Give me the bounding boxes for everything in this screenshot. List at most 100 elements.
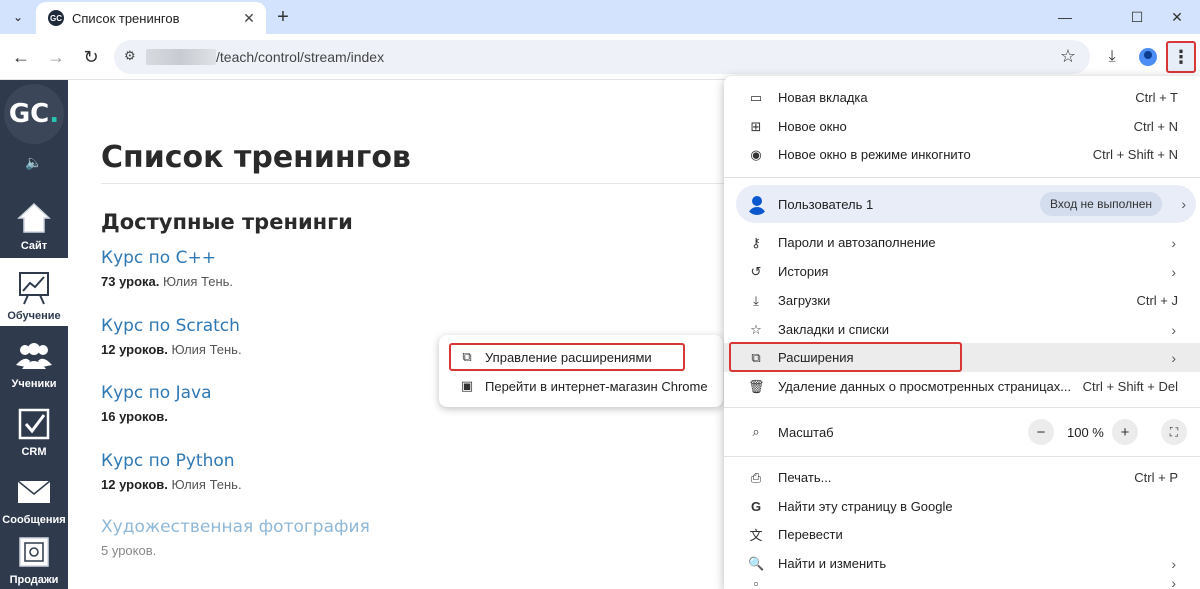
sidebar-item-site[interactable]: Сайт <box>0 190 68 256</box>
back-arrow-icon[interactable]: ← <box>7 43 35 71</box>
profile-icon <box>746 193 768 215</box>
tab-search-chevron-icon[interactable]: ⌄ <box>6 5 30 29</box>
extensions-highlight <box>729 342 962 372</box>
profile-avatar-icon <box>1139 48 1157 66</box>
menu-item-print[interactable]: ⎙ Печать... Ctrl + P <box>724 463 1200 492</box>
menu-item-translate[interactable]: 文 Перевести <box>724 520 1200 549</box>
title-divider <box>101 183 741 184</box>
safe-icon <box>16 534 52 570</box>
course-item: Художественная фотография 5 уроков. <box>101 517 370 558</box>
menu-divider <box>724 456 1200 457</box>
menu-item-clear-data[interactable]: 🗑 Удаление данных о просмотренных страни… <box>724 372 1200 401</box>
menu-item-label: Перевести <box>778 527 843 542</box>
tab-strip: ⌄ GC Список тренингов ✕ + — ☐ ✕ <box>0 0 1200 34</box>
forward-arrow-icon[interactable]: → <box>42 43 70 71</box>
chart-board-icon <box>16 270 52 306</box>
menu-divider <box>724 407 1200 408</box>
fullscreen-icon[interactable]: ⛶ <box>1161 419 1187 445</box>
minimize-icon[interactable]: — <box>1042 0 1088 34</box>
course-meta: 12 уроков. Юлия Тень. <box>101 477 242 492</box>
menu-shortcut: Ctrl + Shift + N <box>1092 147 1178 162</box>
lesson-count: 16 уроков. <box>101 409 168 424</box>
new-window-icon: ⊞ <box>750 118 762 134</box>
sidebar-item-learning[interactable]: Обучение <box>0 258 68 326</box>
menu-item-cutoff[interactable]: ▫ › <box>724 575 1200 589</box>
course-meta: 5 уроков. <box>101 543 370 558</box>
course-link[interactable]: Курс по Python <box>101 451 242 471</box>
zoom-out-button[interactable]: − <box>1028 419 1054 445</box>
menu-item-label: Найти и изменить <box>778 556 887 571</box>
course-link[interactable]: Курс по Scratch <box>101 316 242 336</box>
menu-item-passwords[interactable]: ⚷ Пароли и автозаполнение › <box>724 228 1200 257</box>
menu-profile-row[interactable]: Пользователь 1 Вход не выполнен › <box>736 185 1196 223</box>
menu-item-label: Масштаб <box>778 424 834 440</box>
chrome-main-menu: ▭ Новая вкладка Ctrl + T ⊞ Новое окно Ct… <box>724 76 1200 589</box>
lesson-count: 73 урока. <box>101 274 160 289</box>
course-link[interactable]: Художественная фотография <box>101 517 370 537</box>
menu-item-find-edit[interactable]: 🔍 Найти и изменить › <box>724 549 1200 578</box>
home-icon <box>16 200 52 236</box>
menu-shortcut: Ctrl + Shift + Del <box>1082 379 1178 394</box>
chrome-menu-button[interactable]: ⋮ <box>1166 41 1196 73</box>
sidebar-item-sales[interactable]: Продажи <box>0 532 68 589</box>
new-tab-button[interactable]: + <box>272 6 294 28</box>
logo[interactable]: GC. <box>4 84 64 144</box>
site-info-icon[interactable]: ⚙ <box>124 48 136 64</box>
course-link[interactable]: Курс по Java <box>101 383 212 403</box>
chevron-right-icon: › <box>1171 321 1176 338</box>
lesson-count: 12 уроков. <box>101 342 168 357</box>
menu-item-downloads[interactable]: ⤓ Загрузки Ctrl + J <box>724 286 1200 315</box>
sidebar-item-crm[interactable]: CRM <box>0 396 68 462</box>
menu-item-incognito[interactable]: ◉ Новое окно в режиме инкогнито Ctrl + S… <box>724 140 1200 169</box>
sidebar-item-label: Продажи <box>9 574 59 586</box>
menu-item-label: Закладки и списки <box>778 322 890 337</box>
download-icon: ⤓ <box>753 292 759 308</box>
lesson-count: 12 уроков. <box>101 477 168 492</box>
tab-close-icon[interactable]: ✕ <box>240 10 258 27</box>
sidebar-item-messages[interactable]: Сообщения <box>0 464 68 530</box>
sidebar-item-label: CRM <box>21 446 47 458</box>
menu-shortcut: Ctrl + J <box>1136 293 1178 308</box>
users-icon <box>16 338 52 374</box>
logo-text: GC <box>8 99 50 129</box>
sidebar-item-label: Сайт <box>20 240 48 252</box>
zoom-in-button[interactable]: + <box>1112 419 1138 445</box>
signin-status-badge[interactable]: Вход не выполнен <box>1040 192 1162 216</box>
menu-item-new-tab[interactable]: ▭ Новая вкладка Ctrl + T <box>724 83 1200 112</box>
course-item: Курс по Java 16 уроков. <box>101 383 212 424</box>
course-author: Юлия Тень. <box>159 274 234 289</box>
chevron-right-icon: › <box>1171 234 1176 251</box>
address-bar[interactable]: ⚙ /teach/control/stream/index ☆ <box>114 40 1090 74</box>
menu-item-label: Новое окно в режиме инкогнито <box>778 147 971 162</box>
tab-favicon: GC <box>48 10 64 26</box>
menu-item-label: Печать... <box>778 470 832 485</box>
blurred-domain <box>146 49 216 65</box>
printer-icon: ⎙ <box>750 469 762 485</box>
browser-toolbar: ← → ↻ ⚙ /teach/control/stream/index ☆ ⤓ … <box>0 34 1200 80</box>
menu-item-label: Найти эту страницу в Google <box>778 499 953 514</box>
course-link[interactable]: Курс по С++ <box>101 248 233 268</box>
menu-shortcut: Ctrl + T <box>1135 90 1178 105</box>
profile-avatar-button[interactable] <box>1134 43 1162 71</box>
history-icon: ↺ <box>750 263 762 279</box>
app-sidebar: GC. 🔈 Сайт Обучение Ученики CRM Сообщени… <box>0 80 68 589</box>
menu-item-history[interactable]: ↺ История › <box>724 257 1200 286</box>
course-meta: 12 уроков. Юлия Тень. <box>101 342 242 357</box>
menu-item-bookmarks[interactable]: ☆ Закладки и списки › <box>724 315 1200 344</box>
close-window-icon[interactable]: ✕ <box>1154 0 1200 34</box>
course-meta: 16 уроков. <box>101 409 212 424</box>
chevron-right-icon: › <box>1171 263 1176 280</box>
speaker-icon[interactable]: 🔈 <box>22 154 46 170</box>
bookmark-star-icon[interactable]: ☆ <box>1060 46 1076 67</box>
active-tab[interactable]: GC Список тренингов ✕ <box>36 2 266 34</box>
download-icon[interactable]: ⤓ <box>1098 43 1126 71</box>
menu-item-new-window[interactable]: ⊞ Новое окно Ctrl + N <box>724 112 1200 141</box>
zoom-value: 100 % <box>1067 425 1104 440</box>
sidebar-item-students[interactable]: Ученики <box>0 328 68 394</box>
reload-icon[interactable]: ↻ <box>77 43 105 71</box>
chrome-web-store-item[interactable]: ▣ Перейти в интернет-магазин Chrome <box>439 372 723 400</box>
menu-item-google-search[interactable]: G Найти эту страницу в Google <box>724 492 1200 521</box>
menu-item-label: Новая вкладка <box>778 90 868 105</box>
translate-icon: 文 <box>749 528 763 543</box>
logo-dot: . <box>49 99 60 129</box>
